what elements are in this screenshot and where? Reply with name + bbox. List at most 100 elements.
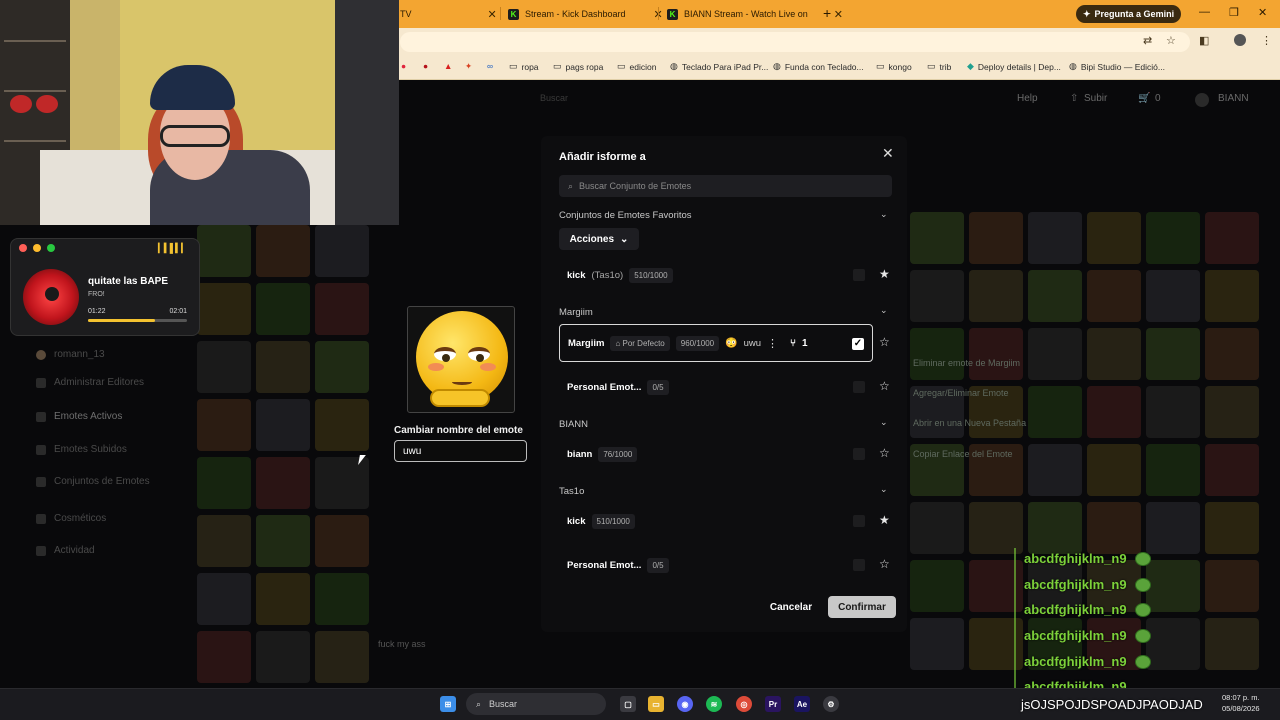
emote-set-row-tas1o-personal[interactable]: Personal Emot... 0/5 (559, 546, 873, 584)
checkbox[interactable] (853, 269, 865, 281)
menu-dots-icon[interactable]: ⋮ (1261, 34, 1272, 47)
tab-tv[interactable]: TV ✕ (400, 4, 497, 24)
checkbox[interactable] (853, 381, 865, 393)
sidebar-admin-editors[interactable]: Administrar Editores (36, 377, 144, 388)
close-icon[interactable]: ✕ (882, 145, 894, 162)
emote-alias: uwu (743, 337, 762, 349)
after-effects-icon[interactable]: Ae (794, 696, 810, 712)
sidebar-activity[interactable]: Actividad (36, 545, 95, 556)
taskbar-search[interactable]: ⌕ Buscar (466, 693, 606, 715)
profile-avatar[interactable] (1234, 34, 1246, 46)
zoom-dot-icon[interactable] (47, 244, 55, 252)
bookmark-folder-pags-ropa[interactable]: ▭ pags ropa (553, 61, 603, 72)
emote-set-row-tas1o-kick[interactable]: kick 510/1000 (559, 502, 873, 540)
ctx-open-new-tab[interactable]: Abrir en una Nueva Pestaña (913, 418, 1026, 428)
emote-set-search[interactable]: ⌕ Buscar Conjunto de Emotes (559, 175, 892, 197)
settings-icon[interactable]: ⚙ (823, 696, 839, 712)
sidebar-emote-sets[interactable]: Conjuntos de Emotes (36, 476, 150, 487)
bookmark-folder-edicion[interactable]: ▭ edicion (617, 61, 656, 72)
close-icon[interactable]: ✕ (488, 8, 497, 21)
folder-icon: ▭ (876, 61, 885, 71)
star-outline-icon[interactable]: ☆ (879, 557, 890, 571)
site-search-placeholder[interactable]: Buscar (540, 93, 568, 103)
gemini-button[interactable]: ✦ Pregunta a Gemini (1076, 5, 1182, 23)
emote-thumbnail (910, 212, 964, 264)
star-icon[interactable]: ☆ (1166, 34, 1176, 47)
spotify-icon[interactable]: ≋ (706, 696, 722, 712)
cart-count[interactable]: 0 (1155, 93, 1161, 104)
star-outline-icon[interactable]: ☆ (879, 446, 890, 460)
ctx-copy-link[interactable]: Copiar Enlace del Emote (913, 449, 1013, 459)
file-explorer-icon[interactable]: ▭ (648, 696, 664, 712)
album-art (23, 269, 79, 325)
tab-biann-stream[interactable]: K BIANN Stream - Watch Live on ✕ (667, 4, 843, 24)
sidebar-cosmetics[interactable]: Cosméticos (36, 513, 106, 524)
minimize-dot-icon[interactable] (33, 244, 41, 252)
ctx-remove-emote[interactable]: Eliminar emote de Margiim (913, 358, 1020, 368)
actions-dropdown[interactable]: Acciones ⌄ (559, 228, 639, 250)
chevron-down-icon[interactable]: ⌄ (880, 417, 888, 428)
user-avatar[interactable] (1195, 93, 1209, 107)
bookmark-bipi-studio[interactable]: ◍ Bipi Studio — Edició... (1069, 61, 1165, 72)
chevron-down-icon[interactable]: ⌄ (880, 209, 888, 220)
sidebar-active-emotes[interactable]: Emotes Activos (36, 411, 122, 422)
star-filled-icon[interactable]: ★ (879, 267, 890, 281)
checkbox[interactable] (853, 515, 865, 527)
bookmark-icon[interactable]: ● (423, 61, 428, 71)
checkbox[interactable] (853, 559, 865, 571)
checkbox[interactable] (853, 448, 865, 460)
star-outline-icon[interactable]: ☆ (879, 335, 890, 349)
bookmark-icon[interactable]: ∞ (487, 61, 493, 71)
bookmark-folder-trib[interactable]: ▭ trib (927, 61, 951, 72)
emote-thumbnail (1028, 270, 1082, 322)
omnibox[interactable] (400, 32, 1190, 52)
more-options-icon[interactable]: ⋮ (767, 337, 778, 350)
new-tab-icon[interactable]: + (823, 5, 831, 21)
extensions-icon[interactable]: ◧ (1199, 34, 1209, 47)
sidebar-uploaded-emotes[interactable]: Emotes Subidos (36, 444, 127, 455)
emote-thumbnail (1087, 328, 1141, 380)
task-view-icon[interactable]: ▢ (620, 696, 636, 712)
help-link[interactable]: Help (1017, 93, 1038, 104)
bookmark-teclado-ipad[interactable]: ◍ Teclado Para iPad Pr... (670, 61, 768, 72)
close-dot-icon[interactable] (19, 244, 27, 252)
confirm-button[interactable]: Confirmar (828, 596, 896, 618)
star-filled-icon[interactable]: ★ (879, 513, 890, 527)
emote-set-row-margiim[interactable]: Margiim ⌂ Por Defecto 960/1000 😳 uwu ⋮ ⑂… (559, 324, 873, 362)
discord-icon[interactable]: ◉ (677, 696, 693, 712)
emote-set-row-biann[interactable]: biann 76/1000 (559, 435, 873, 473)
pinterest-icon[interactable]: ● (401, 61, 406, 71)
minimize-icon[interactable]: — (1199, 6, 1210, 18)
adobe-icon[interactable]: ▲ (444, 61, 452, 71)
bookmark-icon[interactable]: ✦ (465, 61, 472, 72)
progress-bar[interactable] (88, 319, 187, 322)
emote-thumbnail (256, 341, 310, 393)
bookmark-folder-kongo[interactable]: ▭ kongo (876, 61, 912, 72)
premiere-icon[interactable]: Pr (765, 696, 781, 712)
ctx-add-remove-emote[interactable]: Agregar/Eliminar Emote (913, 388, 1009, 398)
sidebar-user[interactable]: romann_13 (36, 349, 105, 360)
translate-icon[interactable]: ⇄ (1143, 34, 1152, 47)
close-window-icon[interactable]: ✕ (1258, 6, 1267, 19)
tab-separator (500, 7, 501, 20)
emote-set-row-fav-kick[interactable]: kick (Tas1o) 510/1000 (559, 256, 873, 294)
star-outline-icon[interactable]: ☆ (879, 379, 890, 393)
chevron-down-icon[interactable]: ⌄ (880, 305, 888, 316)
user-name[interactable]: BIANN (1218, 93, 1249, 104)
bookmark-funda-teclado[interactable]: ◍ Funda con Teclado... (773, 61, 864, 72)
emote-set-row-margiim-personal[interactable]: Personal Emot... 0/5 (559, 368, 873, 406)
bookmark-deploy-details[interactable]: ◆ Deploy details | Dep... (967, 61, 1061, 72)
chevron-down-icon[interactable]: ⌄ (880, 484, 888, 495)
time-total: 02:01 (169, 308, 187, 315)
tab-kick-dashboard[interactable]: KStream - Kick Dashboard✕ (508, 4, 663, 24)
cancel-button[interactable]: Cancelar (765, 597, 817, 617)
close-icon[interactable]: ✕ (834, 8, 843, 21)
bookmark-folder-ropa[interactable]: ▭ ropa (509, 61, 539, 72)
windows-start-icon[interactable]: ⊞ (440, 696, 456, 712)
chrome-icon[interactable]: ◎ (736, 696, 752, 712)
upload-link[interactable]: Subir (1084, 93, 1107, 104)
maximize-icon[interactable]: ❐ (1229, 6, 1239, 19)
checkbox-checked[interactable]: ✓ (852, 338, 864, 350)
rename-emote-input[interactable] (394, 440, 527, 462)
rename-label: Cambiar nombre del emote (394, 425, 523, 436)
